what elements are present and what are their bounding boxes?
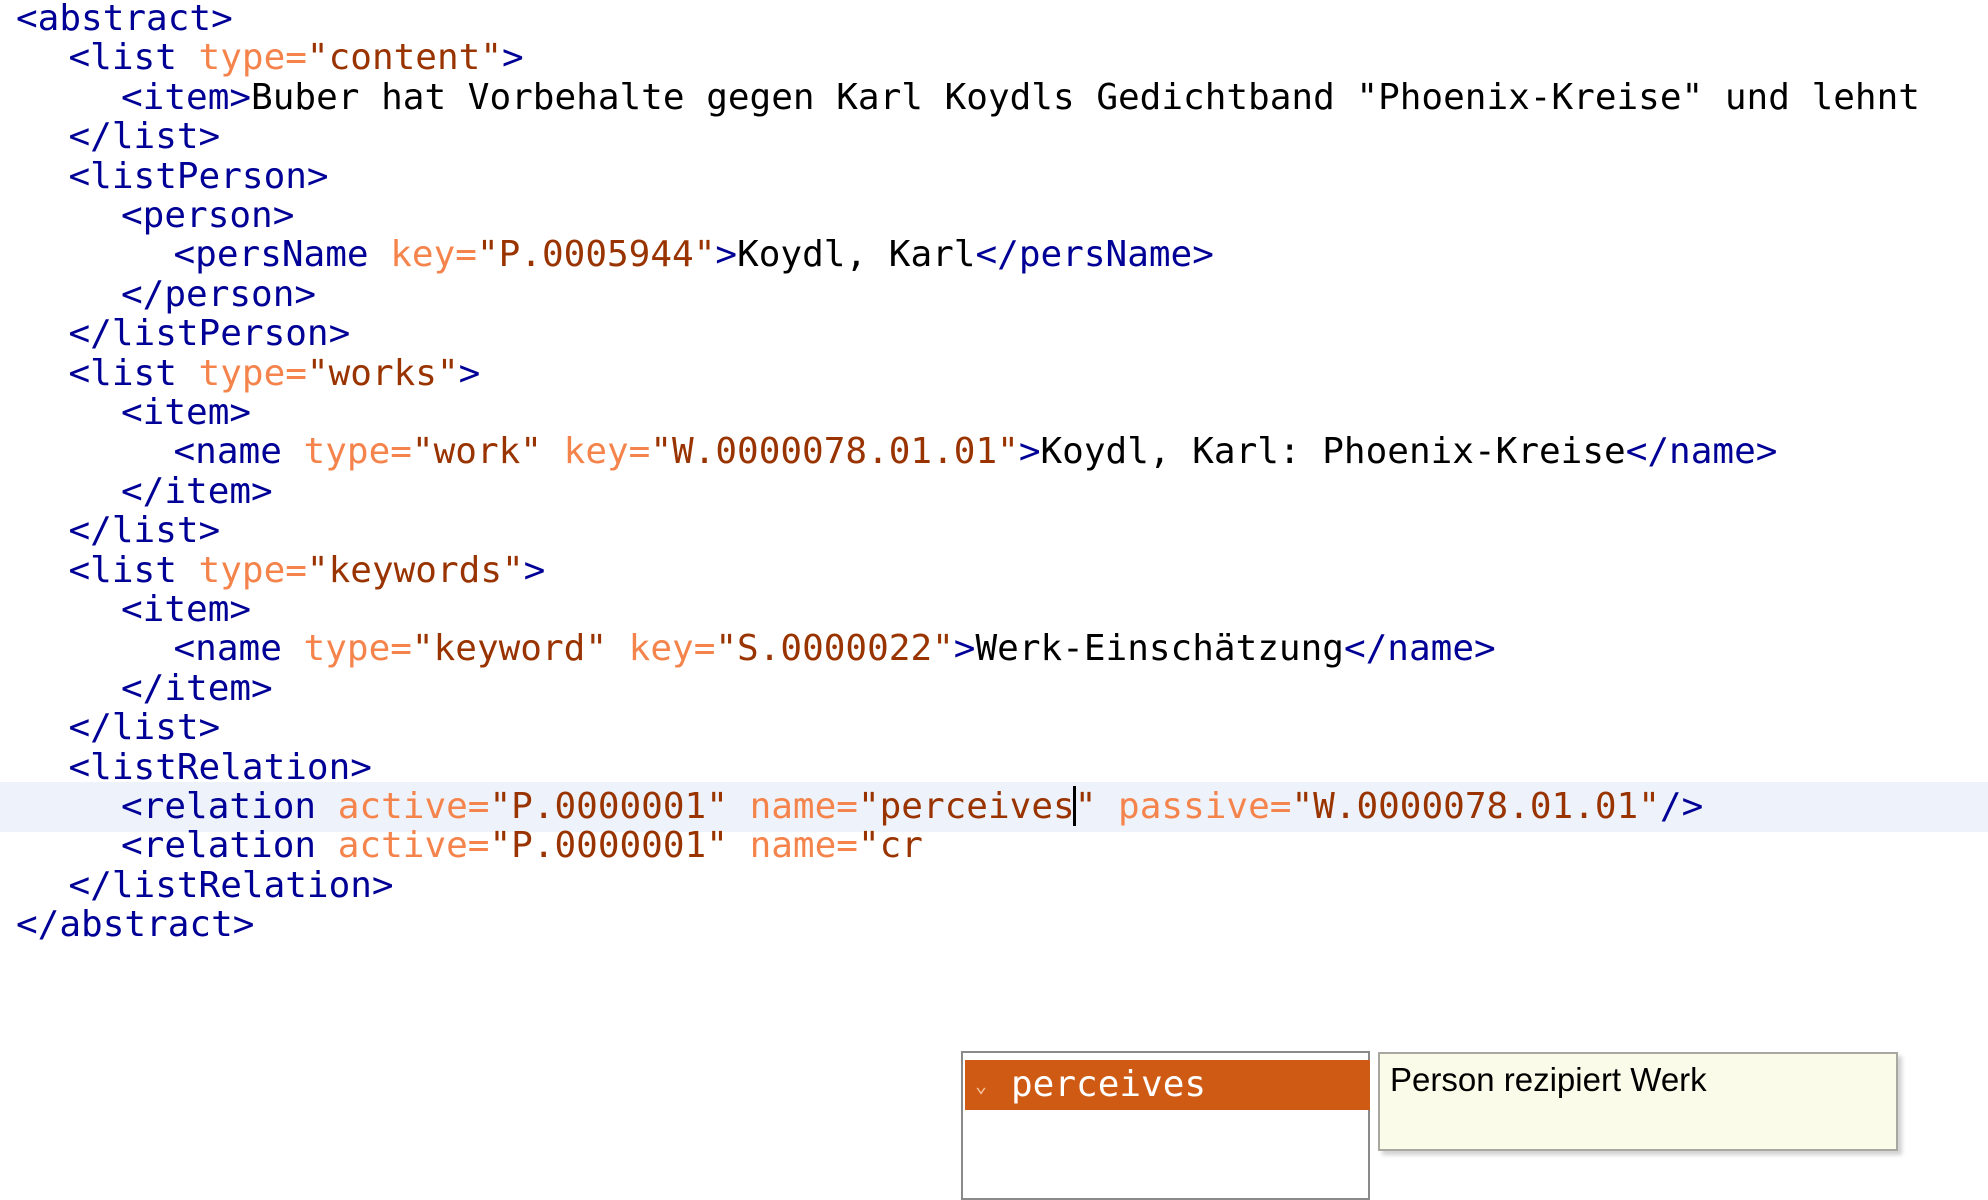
- xml-editor[interactable]: <abstract> <list type="content"> <item>Bub…: [0, 0, 1988, 1200]
- documentation-tooltip: Person rezipiert Werk: [1378, 1052, 1898, 1151]
- tooltip-text: Person rezipiert Werk: [1390, 1061, 1707, 1098]
- content-completion-popup[interactable]: ⌄ perceives: [961, 1051, 1370, 1200]
- line-code: </abstract>: [16, 900, 254, 950]
- completion-item-selected[interactable]: ⌄ perceives: [965, 1060, 1370, 1110]
- editor-line[interactable]: </abstract>: [0, 900, 1988, 950]
- value-chevron-icon: ⌄: [975, 1073, 988, 1097]
- xml-tag: </abstract>: [16, 904, 255, 946]
- completion-item-label: perceives: [1011, 1064, 1207, 1105]
